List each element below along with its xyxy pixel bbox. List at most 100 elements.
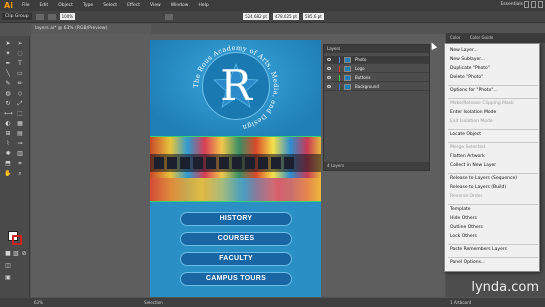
free-transform-tool-icon[interactable]: ⬚ bbox=[16, 110, 24, 117]
fill-stroke-swatches[interactable] bbox=[8, 231, 22, 245]
menu-collect-new-layer[interactable]: Collect in New Layer bbox=[450, 163, 496, 168]
align-icon[interactable] bbox=[165, 13, 174, 20]
paintbrush-tool-icon[interactable]: ✎ bbox=[4, 80, 12, 87]
artboard[interactable]: R The Rous Academy of Arts, Media, and D… bbox=[150, 40, 321, 297]
screen-mode-icon[interactable]: ▣ bbox=[4, 274, 12, 281]
layer-row-photo[interactable]: Photo bbox=[324, 56, 429, 64]
blob-brush-tool-icon[interactable]: ◍ bbox=[4, 90, 12, 97]
zoom-level[interactable]: 63% bbox=[34, 300, 43, 305]
rotate-tool-icon[interactable]: ↻ bbox=[4, 100, 12, 107]
none-mode-icon[interactable]: ⊘ bbox=[20, 250, 28, 257]
perspective-grid-tool-icon[interactable]: ▦ bbox=[16, 120, 24, 127]
menu-lock-others[interactable]: Lock Others bbox=[450, 234, 477, 239]
fill-swatch[interactable] bbox=[47, 13, 56, 20]
mesh-tool-icon[interactable]: ⊞ bbox=[4, 130, 12, 137]
app-logo: Ai bbox=[4, 1, 13, 10]
gradient-tool-icon[interactable]: ▤ bbox=[16, 130, 24, 137]
stroke-swatch[interactable] bbox=[35, 13, 44, 20]
menu-locate-object[interactable]: Locate Object bbox=[450, 132, 481, 137]
eraser-tool-icon[interactable]: ◇ bbox=[16, 90, 24, 97]
menu-paste-remembers-layers[interactable]: Paste Remembers Layers bbox=[450, 247, 507, 252]
minimize-button[interactable] bbox=[524, 1, 529, 8]
scale-tool-icon[interactable]: ⤢ bbox=[16, 100, 24, 107]
x-field[interactable]: 524.682 pt bbox=[243, 13, 269, 20]
menu-object[interactable]: Object bbox=[53, 3, 78, 8]
artboard-tool-icon[interactable]: ⬒ bbox=[4, 160, 12, 167]
menu-effect[interactable]: Effect bbox=[122, 3, 145, 8]
symbol-sprayer-tool-icon[interactable]: ✺ bbox=[4, 150, 12, 157]
menu-hide-others[interactable]: Hide Others bbox=[450, 216, 477, 221]
history-button[interactable]: HISTORY bbox=[180, 212, 292, 226]
faculty-button[interactable]: FACULTY bbox=[180, 252, 292, 266]
menu-reverse-order: Reverse Order bbox=[450, 194, 483, 199]
menu-new-sublayer[interactable]: New Sublayer... bbox=[450, 57, 485, 62]
magic-wand-tool-icon[interactable]: ✦ bbox=[4, 50, 12, 57]
y-field[interactable]: 478.025 pt bbox=[273, 13, 299, 20]
menu-flatten-artwork[interactable]: Flatten Artwork bbox=[450, 154, 485, 159]
courses-button[interactable]: COURSES bbox=[180, 232, 292, 246]
menu-enter-isolation[interactable]: Enter Isolation Mode bbox=[450, 110, 496, 115]
menu-type[interactable]: Type bbox=[78, 3, 98, 8]
menu-window[interactable]: Window bbox=[166, 3, 194, 8]
graph-tool-icon[interactable]: ▥ bbox=[16, 150, 24, 157]
tab-color[interactable]: Color bbox=[450, 35, 460, 40]
layer-row-buttons[interactable]: Buttons bbox=[324, 74, 429, 82]
rectangle-tool-icon[interactable]: ▭ bbox=[16, 70, 24, 77]
tab-color-guide[interactable]: Color Guide bbox=[470, 35, 493, 40]
menu-template[interactable]: Template bbox=[450, 207, 471, 212]
shape-builder-tool-icon[interactable]: ◐ bbox=[4, 120, 12, 127]
menu-edit[interactable]: Edit bbox=[34, 3, 53, 8]
maximize-button[interactable] bbox=[531, 1, 536, 8]
menu-panel-options[interactable]: Panel Options... bbox=[450, 260, 485, 265]
menu-file[interactable]: File bbox=[17, 3, 35, 8]
visibility-eye-icon[interactable] bbox=[327, 58, 331, 61]
document-tab[interactable]: layers.ai* @ 63% (RGB/Preview) bbox=[31, 24, 151, 34]
menu-separator bbox=[448, 142, 538, 143]
layer-row-logo[interactable]: Logo bbox=[324, 65, 429, 73]
eyedropper-tool-icon[interactable]: ⌇ bbox=[4, 140, 12, 147]
color-mode-icon[interactable]: ■ bbox=[4, 250, 12, 257]
opacity-field[interactable]: 100% bbox=[59, 13, 76, 20]
pen-tool-icon[interactable]: ✒ bbox=[4, 60, 12, 67]
menu-clipping-mask: Make/Release Clipping Mask bbox=[450, 101, 514, 106]
layer-name: Photo bbox=[355, 57, 367, 62]
menu-outline-others[interactable]: Outline Others bbox=[450, 225, 483, 230]
visibility-eye-icon[interactable] bbox=[327, 76, 331, 79]
zoom-tool-icon[interactable]: ⌕ bbox=[16, 170, 24, 177]
menu-view[interactable]: View bbox=[145, 3, 166, 8]
w-field[interactable]: 585.6 pt bbox=[302, 13, 324, 20]
pencil-tool-icon[interactable]: ✏ bbox=[16, 80, 24, 87]
layers-panel-title[interactable]: Layers bbox=[324, 45, 429, 53]
visibility-eye-icon[interactable] bbox=[327, 67, 331, 70]
menu-layer-options[interactable]: Options for "Photo"... bbox=[450, 88, 498, 93]
stroke-swatch-icon[interactable] bbox=[12, 235, 22, 245]
workspace-switcher[interactable]: Essentials bbox=[500, 2, 523, 7]
menu-duplicate-layer[interactable]: Duplicate "Photo" bbox=[450, 66, 490, 71]
menu-delete-layer[interactable]: Delete "Photo" bbox=[450, 75, 483, 80]
lasso-tool-icon[interactable]: ◌ bbox=[16, 50, 24, 57]
menu-release-build[interactable]: Release to Layers (Build) bbox=[450, 185, 506, 190]
layer-row-background[interactable]: Background bbox=[324, 83, 429, 91]
menu-separator bbox=[448, 98, 538, 99]
direct-selection-tool-icon[interactable]: ➢ bbox=[16, 40, 24, 47]
status-bar: 63% Selection 1 Artboard bbox=[0, 298, 545, 307]
type-tool-icon[interactable]: T bbox=[16, 60, 24, 67]
menu-select[interactable]: Select bbox=[98, 3, 122, 8]
blend-tool-icon[interactable]: ⊸ bbox=[16, 140, 24, 147]
selection-tool-icon[interactable]: ➤ bbox=[4, 40, 12, 47]
menu-help[interactable]: Help bbox=[193, 3, 213, 8]
menu-separator bbox=[448, 129, 538, 130]
draw-mode-icon[interactable]: ◫ bbox=[4, 262, 12, 269]
hand-tool-icon[interactable]: ✋ bbox=[4, 170, 12, 177]
slice-tool-icon[interactable]: ⌗ bbox=[16, 160, 24, 167]
width-tool-icon[interactable]: ⟷ bbox=[4, 110, 13, 117]
menu-release-sequence[interactable]: Release to Layers (Sequence) bbox=[450, 176, 517, 181]
gradient-mode-icon[interactable]: ▧ bbox=[12, 250, 20, 257]
close-window-button[interactable] bbox=[538, 1, 543, 8]
campus-tours-button[interactable]: CAMPUS TOURS bbox=[180, 272, 292, 286]
visibility-eye-icon[interactable] bbox=[327, 85, 331, 88]
selection-bound-top bbox=[150, 136, 321, 137]
layer-color-chip bbox=[339, 57, 340, 63]
menu-new-layer[interactable]: New Layer... bbox=[450, 48, 478, 53]
line-tool-icon[interactable]: ╲ bbox=[4, 70, 12, 77]
